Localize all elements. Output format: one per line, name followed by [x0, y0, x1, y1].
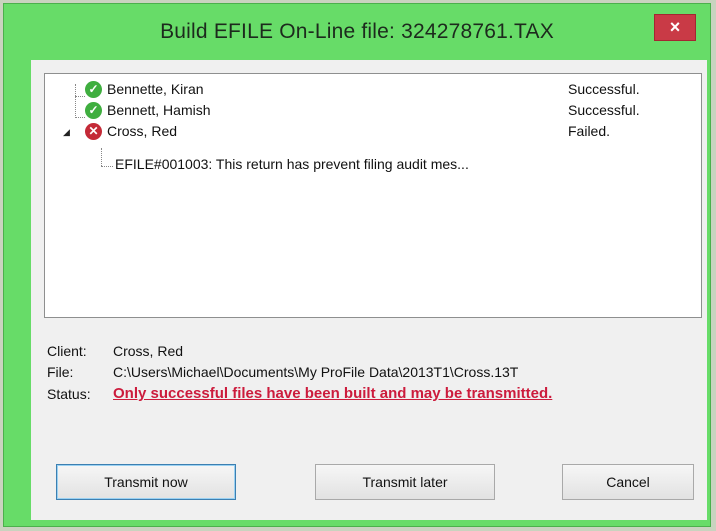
tree-connector — [101, 166, 113, 167]
tree-item-name: Bennett, Hamish — [107, 102, 211, 118]
tree-item-status: Successful. — [568, 81, 640, 97]
error-circle-icon: ✕ — [85, 123, 102, 140]
transmit-now-button[interactable]: Transmit now — [56, 464, 236, 500]
status-message: Only successful files have been built an… — [113, 385, 553, 402]
tree-item-name: Bennette, Kiran — [107, 81, 204, 97]
file-label: File: — [47, 364, 74, 380]
tree-item-name: Cross, Red — [107, 123, 178, 139]
title-bar[interactable]: Build EFILE On-Line file: 324278761.TAX … — [4, 4, 710, 62]
tree-item[interactable]: ✓ Bennett, Hamish Successful. — [45, 100, 701, 122]
efile-dialog: Build EFILE On-Line file: 324278761.TAX … — [3, 3, 711, 527]
close-button[interactable]: × — [654, 14, 696, 41]
audit-message: EFILE#001003: This return has prevent fi… — [115, 156, 469, 172]
expand-triangle-icon[interactable]: ◢ — [63, 127, 70, 138]
client-value: Cross, Red — [113, 343, 184, 359]
tree-child-item[interactable]: EFILE#001003: This return has prevent fi… — [45, 144, 701, 172]
tree-item[interactable]: ◢ ✕ Cross, Red Failed. — [45, 121, 701, 143]
status-label: Status: — [47, 386, 91, 402]
cancel-button[interactable]: Cancel — [562, 464, 694, 500]
close-icon: × — [669, 17, 681, 37]
results-tree[interactable]: ✓ Bennette, Kiran Successful. ✓ Bennett,… — [44, 73, 702, 318]
check-circle-icon: ✓ — [85, 102, 102, 119]
dialog-title: Build EFILE On-Line file: 324278761.TAX — [160, 20, 554, 43]
tree-item[interactable]: ✓ Bennette, Kiran Successful. — [45, 79, 701, 101]
transmit-later-button[interactable]: Transmit later — [315, 464, 495, 500]
file-path: C:\Users\Michael\Documents\My ProFile Da… — [113, 364, 519, 380]
dialog-body: ✓ Bennette, Kiran Successful. ✓ Bennett,… — [31, 60, 707, 520]
client-label: Client: — [47, 343, 87, 359]
check-circle-icon: ✓ — [85, 81, 102, 98]
tree-item-status: Successful. — [568, 102, 640, 118]
tree-item-status: Failed. — [568, 123, 611, 139]
